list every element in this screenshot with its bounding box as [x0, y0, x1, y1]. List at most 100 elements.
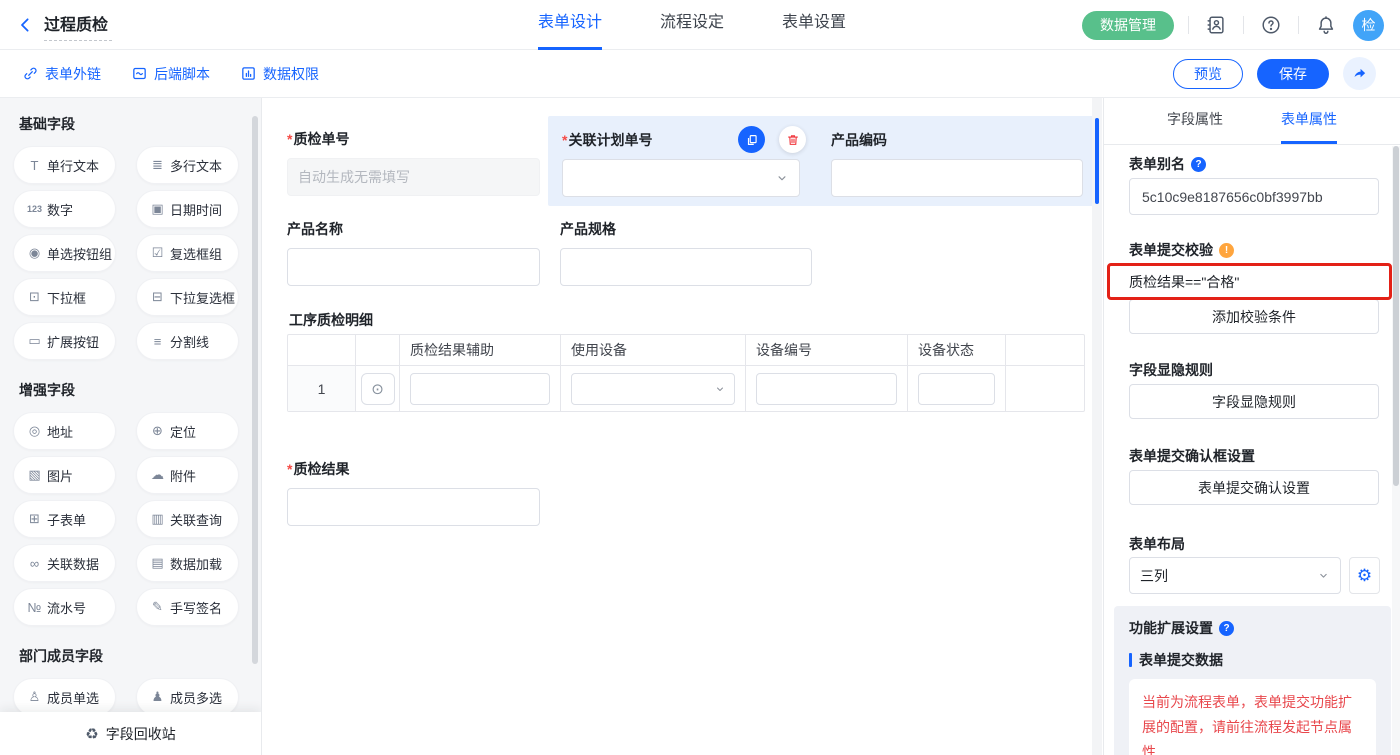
product-code-input[interactable]: [831, 159, 1083, 197]
field-label: 产品名称: [287, 221, 343, 237]
tab-form-properties[interactable]: 表单属性: [1281, 98, 1337, 144]
submit-confirm-button[interactable]: 表单提交确认设置: [1129, 470, 1379, 505]
field-item-dropdown[interactable]: ⊡下拉框: [13, 278, 116, 316]
field-item-data-load[interactable]: ▤数据加载: [136, 544, 239, 582]
panel-tabs: 字段属性 表单属性: [1104, 98, 1400, 145]
add-validation-condition-button[interactable]: 添加校验条件: [1129, 299, 1379, 334]
product-spec-input[interactable]: [560, 248, 812, 286]
page-title[interactable]: 过程质检: [44, 9, 112, 41]
field-item-extend-button[interactable]: ▭扩展按钮: [13, 322, 116, 360]
question-badge-icon[interactable]: ?: [1191, 157, 1206, 172]
equipment-status-input[interactable]: [918, 373, 995, 405]
qc-number-input[interactable]: [287, 158, 540, 196]
save-button[interactable]: 保存: [1257, 59, 1329, 89]
field-product-name[interactable]: 产品名称: [287, 219, 540, 286]
field-item-member-multi[interactable]: ♟成员多选: [136, 678, 239, 716]
field-item-radio-group[interactable]: ◉单选按钮组: [13, 234, 116, 272]
field-item-label: 单选按钮组: [47, 244, 112, 263]
row-expand-button[interactable]: ⊙: [361, 373, 395, 405]
field-item-image[interactable]: ▧图片: [13, 456, 116, 494]
copy-field-button[interactable]: [738, 126, 765, 153]
notification-bell-icon[interactable]: [1313, 12, 1339, 38]
field-item-label: 单行文本: [47, 156, 99, 175]
field-item-datetime[interactable]: ▣日期时间: [136, 190, 239, 228]
equipment-code-input[interactable]: [756, 373, 897, 405]
tab-field-properties[interactable]: 字段属性: [1167, 98, 1223, 144]
plan-number-select[interactable]: [562, 159, 800, 197]
single-line-text-icon: T: [26, 158, 43, 173]
data-permission-link[interactable]: 数据权限: [240, 64, 319, 84]
image-icon: ▧: [26, 467, 43, 483]
delete-field-button[interactable]: [779, 126, 806, 153]
field-qc-number[interactable]: *质检单号: [287, 129, 540, 196]
pen-icon: ✎: [149, 599, 166, 615]
form-alias-input[interactable]: [1129, 178, 1379, 215]
subform-table[interactable]: 质检结果辅助 使用设备 设备编号 设备状态 1 ⊙: [287, 334, 1085, 412]
field-item-address[interactable]: ◎地址: [13, 412, 116, 450]
field-item-linked-data[interactable]: ∞关联数据: [13, 544, 116, 582]
field-item-multi-dropdown[interactable]: ⊟下拉复选框: [136, 278, 239, 316]
share-button[interactable]: [1343, 57, 1376, 90]
panel-scrollbar-track[interactable]: [1392, 146, 1400, 755]
equipment-select[interactable]: [571, 373, 735, 405]
share-arrow-icon: [1351, 65, 1368, 82]
field-item-checkbox-group[interactable]: ☑复选框组: [136, 234, 239, 272]
validation-condition-annotated[interactable]: 质检结果=="合格": [1107, 263, 1392, 300]
field-visibility-button[interactable]: 字段显隐规则: [1129, 384, 1379, 419]
tab-form-setting[interactable]: 表单设置: [782, 0, 846, 50]
script-icon: [131, 65, 148, 82]
field-item-subform[interactable]: ⊞子表单: [13, 500, 116, 538]
canvas-scrollbar-thumb[interactable]: [1095, 118, 1099, 204]
form-external-link-label: 表单外链: [45, 64, 101, 84]
field-item-serial-number[interactable]: №流水号: [13, 588, 116, 626]
form-external-link[interactable]: 表单外链: [22, 64, 101, 84]
back-button[interactable]: [8, 8, 42, 42]
help-icon[interactable]: [1258, 12, 1284, 38]
backend-script-link[interactable]: 后端脚本: [131, 64, 210, 84]
exclaim-badge-icon[interactable]: !: [1219, 243, 1234, 258]
chevron-down-icon: [714, 383, 726, 395]
sidebar-scrollbar-thumb[interactable]: [252, 116, 258, 664]
field-product-spec[interactable]: 产品规格: [560, 219, 812, 286]
field-item-label: 分割线: [170, 332, 209, 351]
contacts-icon[interactable]: [1203, 12, 1229, 38]
field-item-number[interactable]: 123数字: [13, 190, 116, 228]
field-item-linked-query[interactable]: ▥关联查询: [136, 500, 239, 538]
chevron-down-icon: [1317, 569, 1330, 582]
field-item-attachment[interactable]: ☁附件: [136, 456, 239, 494]
form-layout-select[interactable]: 三列: [1129, 557, 1341, 594]
multi-line-text-icon: ≣: [149, 157, 166, 173]
field-item-geolocation[interactable]: ⊕定位: [136, 412, 239, 450]
field-item-single-line-text[interactable]: T 单行文本: [13, 146, 116, 184]
user-avatar[interactable]: 检: [1353, 10, 1384, 41]
field-item-multi-line-text[interactable]: ≣多行文本: [136, 146, 239, 184]
column-header: 设备编号: [746, 335, 908, 365]
tab-flow-setting[interactable]: 流程设定: [660, 0, 724, 50]
panel-scrollbar-thumb[interactable]: [1393, 146, 1399, 486]
preview-button[interactable]: 预览: [1173, 59, 1243, 89]
field-qc-result[interactable]: *质检结果: [287, 459, 540, 526]
selected-field-block[interactable]: *关联计划单号 产品编码: [548, 116, 1100, 206]
data-manage-button[interactable]: 数据管理: [1082, 11, 1174, 40]
field-item-divider[interactable]: ≡分割线: [136, 322, 239, 360]
layout-settings-button[interactable]: ⚙: [1349, 557, 1380, 594]
tab-form-design[interactable]: 表单设计: [538, 0, 602, 50]
section-title-enhanced-fields: 增强字段: [19, 380, 238, 400]
field-product-code[interactable]: 产品编码: [831, 130, 1083, 197]
qc-result-assist-input[interactable]: [410, 373, 550, 405]
question-badge-icon[interactable]: ?: [1219, 621, 1234, 636]
person-icon: ♙: [26, 689, 43, 705]
product-name-input[interactable]: [287, 248, 540, 286]
field-library-sidebar: 基础字段 T单行文本 ≣多行文本 123数字 ▣日期时间 ◉单选按钮组 ☑复选框…: [0, 98, 262, 755]
qc-result-input[interactable]: [287, 488, 540, 526]
field-recycle-bin[interactable]: ♻ 字段回收站: [0, 712, 261, 755]
form-design-canvas[interactable]: *质检单号 *关联计划单号 产品编码: [262, 98, 1103, 755]
field-item-label: 关联查询: [170, 510, 222, 529]
field-item-signature[interactable]: ✎手写签名: [136, 588, 239, 626]
field-item-label: 扩展按钮: [47, 332, 99, 351]
field-item-label: 复选框组: [170, 244, 222, 263]
number-icon: 123: [26, 204, 43, 214]
dropdown-icon: ⊡: [26, 289, 43, 305]
field-item-member-single[interactable]: ♙成员单选: [13, 678, 116, 716]
label-text: 表单提交数据: [1139, 650, 1223, 670]
